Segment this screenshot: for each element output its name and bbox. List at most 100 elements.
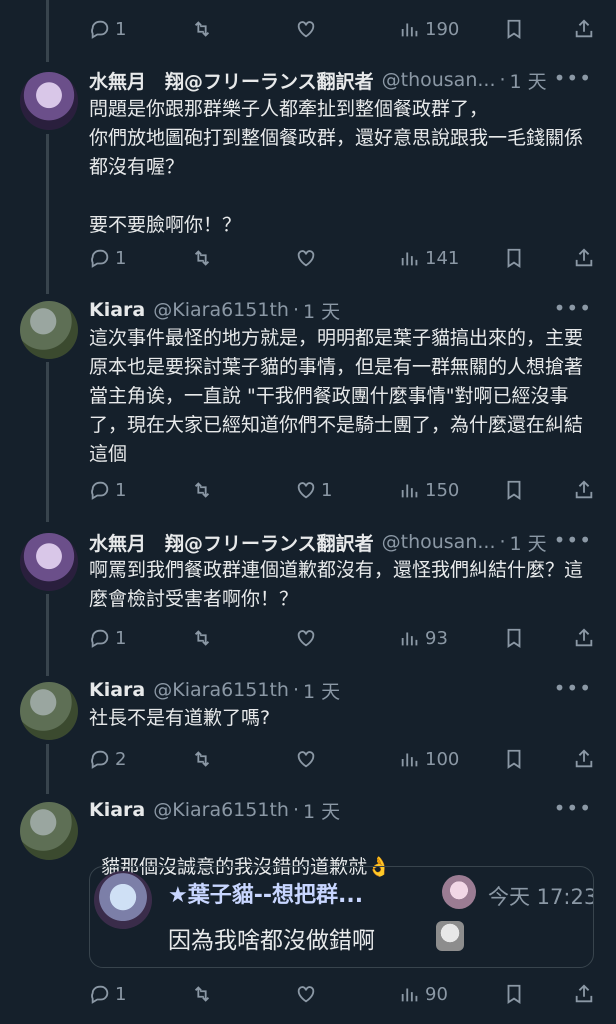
views-count: 141 [425,247,460,269]
share-icon [575,19,593,38]
tweet-text: 社長不是有道歉了嗎? [89,707,271,729]
share-button[interactable] [573,247,595,269]
quoted-name: ★葉子貓--想把群... [168,883,364,908]
thread-line [46,744,49,794]
retweet-button[interactable] [191,479,213,501]
handle[interactable]: @Kiara6151th [153,679,289,701]
reply-button[interactable]: 1 [89,247,126,269]
display-name[interactable]: Kiara [89,799,145,821]
bookmark-button[interactable] [503,748,525,770]
views-button[interactable]: 190 [399,18,459,40]
display-name[interactable]: Kiara [89,299,145,321]
timestamp[interactable]: 1 天 [510,529,547,556]
more-options-icon[interactable]: ••• [554,296,592,320]
views-count: 93 [425,627,448,649]
reply-button[interactable]: 1 [89,479,126,501]
retweet-button[interactable] [191,18,213,40]
tweet-actions: 2 100 [89,744,596,774]
thread-line [46,362,49,522]
bookmark-icon [507,749,521,769]
like-button[interactable] [295,983,317,1005]
bookmark-icon [507,628,521,648]
quoted-badge-avatar [442,875,476,909]
tweet-actions: 1 90 [89,979,596,1009]
bookmark-button[interactable] [503,983,525,1005]
quoted-image-card[interactable]: ★葉子貓--想把群... 今天 17:23 因為我啥都沒做錯啊 [89,866,594,968]
heart-icon [297,250,315,267]
retweet-button[interactable] [191,748,213,770]
tweet-actions: 1 1 150 [89,475,596,505]
heart-icon [297,21,315,38]
like-button[interactable] [295,247,317,269]
timestamp[interactable]: 1 天 [303,797,340,824]
display-name[interactable]: 水無月 翔@フリーランス翻訳者 [89,67,374,94]
views-button[interactable]: 150 [399,479,459,501]
thread-line [46,134,49,294]
tweet-text: 這次事件最怪的地方就是，明明都是葉子貓搞出來的，主要原本也是要探討葉子貓的事情，… [89,327,584,465]
views-button[interactable]: 90 [399,983,448,1005]
tweet-header: Kiara @Kiara6151th · 1 天 ••• [89,796,592,824]
quoted-avatar [94,871,152,929]
reply-button[interactable]: 1 [89,627,126,649]
quoted-text: 因為我啥都沒做錯啊 [168,928,375,954]
tweet-header: 水無月 翔@フリーランス翻訳者 @thousan... · 1 天 ••• [89,66,592,94]
more-options-icon[interactable]: ••• [554,676,592,700]
reply-button[interactable]: 1 [89,983,126,1005]
share-icon [575,480,593,499]
like-button[interactable] [295,627,317,649]
retweet-button[interactable] [191,983,213,1005]
tweet-text: 問題是你跟那群樂子人都牽扯到整個餐政群了， 你們放地圖砲打到整個餐政群，還好意思… [89,98,584,236]
like-button[interactable]: 1 [295,479,332,501]
avatar[interactable] [20,301,78,359]
views-count: 190 [425,18,460,40]
handle[interactable]: @Kiara6151th [153,299,289,321]
separator: · [292,679,299,701]
retweet-button[interactable] [191,247,213,269]
retweet-button[interactable] [191,627,213,649]
reply-button[interactable]: 1 [89,18,126,40]
views-count: 150 [425,479,460,501]
bookmark-icon [507,248,521,268]
thread-line [46,0,49,62]
more-options-icon[interactable]: ••• [554,66,592,90]
share-button[interactable] [573,627,595,649]
share-icon [575,749,593,768]
bookmark-button[interactable] [503,247,525,269]
reply-button[interactable]: 2 [89,748,126,770]
like-button[interactable] [295,18,317,40]
views-button[interactable]: 100 [399,748,459,770]
reply-icon [91,481,109,500]
timestamp[interactable]: 1 天 [510,67,547,94]
more-options-icon[interactable]: ••• [554,796,592,820]
separator: · [499,531,506,553]
views-button[interactable]: 141 [399,247,459,269]
tweet-text: 啊罵到我們餐政群連個道歉都沒有，還怪我們糾結什麼？這麼會檢討受害者啊你！？ [89,559,584,610]
avatar[interactable] [20,802,78,860]
reply-count: 1 [115,627,127,649]
handle[interactable]: @thousan... [382,69,496,91]
timestamp[interactable]: 1 天 [303,297,340,324]
display-name[interactable]: Kiara [89,679,145,701]
retweet-icon [194,482,210,498]
share-button[interactable] [573,748,595,770]
share-button[interactable] [573,983,595,1005]
bookmark-button[interactable] [503,18,525,40]
reply-icon [91,20,109,39]
bookmark-button[interactable] [503,479,525,501]
share-button[interactable] [573,18,595,40]
timestamp[interactable]: 1 天 [303,677,340,704]
share-button[interactable] [573,479,595,501]
reply-icon [91,750,109,769]
separator: · [292,799,299,821]
bookmark-button[interactable] [503,627,525,649]
retweet-icon [194,751,210,767]
more-options-icon[interactable]: ••• [554,528,592,552]
handle[interactable]: @Kiara6151th [153,799,289,821]
avatar[interactable] [20,682,78,740]
views-button[interactable]: 93 [399,627,448,649]
avatar[interactable] [20,533,78,591]
avatar[interactable] [20,72,78,130]
display-name[interactable]: 水無月 翔@フリーランス翻訳者 [89,529,374,556]
like-button[interactable] [295,748,317,770]
handle[interactable]: @thousan... [382,531,496,553]
